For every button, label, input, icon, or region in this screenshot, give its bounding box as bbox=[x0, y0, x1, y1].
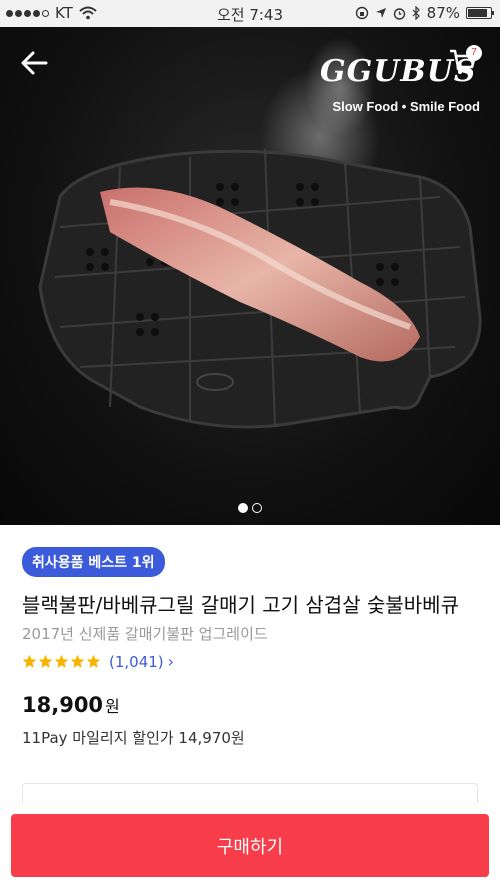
price-row: 18,900 원 bbox=[22, 693, 478, 717]
carousel-indicator bbox=[0, 503, 500, 513]
chevron-right-icon: › bbox=[167, 652, 175, 671]
carousel-dot-2[interactable] bbox=[252, 503, 262, 513]
location-icon bbox=[375, 8, 386, 18]
alarm-icon bbox=[393, 7, 405, 20]
star-icon bbox=[70, 654, 85, 668]
product-subtitle: 2017년 신제품 갈매기불판 업그레이드 bbox=[22, 625, 268, 643]
product-image-carousel[interactable]: GGUBUS Slow Food • Smile Food 7 bbox=[0, 27, 500, 525]
star-icon bbox=[22, 654, 37, 668]
carousel-dot-1[interactable] bbox=[238, 503, 248, 513]
mileage-discount: 11Pay 마일리지 할인가 14,970원 bbox=[22, 729, 245, 747]
product-title: 블랙불판/바베큐그릴 갈매기 고기 삼겹살 숯불바베큐 bbox=[22, 593, 459, 617]
price-value: 18,900 bbox=[22, 693, 104, 717]
star-icon bbox=[86, 654, 101, 668]
status-bar: KT 오전 7:43 87% bbox=[0, 0, 500, 27]
orientation-lock-icon bbox=[355, 6, 368, 20]
cart-count-badge: 7 bbox=[466, 45, 482, 61]
rating-row[interactable]: (1,041) › bbox=[22, 652, 478, 671]
brand-tagline: Slow Food • Smile Food bbox=[332, 99, 480, 114]
buy-button[interactable]: 구매하기 bbox=[11, 814, 489, 877]
rating-count[interactable]: (1,041) bbox=[109, 653, 164, 671]
status-right: 87% bbox=[355, 4, 494, 22]
battery-percent: 87% bbox=[426, 4, 460, 22]
bluetooth-icon bbox=[412, 6, 420, 20]
price-unit: 원 bbox=[105, 697, 120, 716]
rating-stars bbox=[22, 654, 101, 669]
star-icon bbox=[54, 654, 69, 668]
back-arrow-icon[interactable] bbox=[16, 45, 52, 81]
bottom-action-bar: 구매하기 bbox=[0, 803, 500, 889]
star-icon bbox=[38, 654, 53, 668]
product-info: 취사용품 베스트 1위 블랙불판/바베큐그릴 갈매기 고기 삼겹살 숯불바베큐 … bbox=[0, 525, 500, 823]
battery-icon bbox=[466, 7, 494, 19]
best-badge: 취사용품 베스트 1위 bbox=[22, 547, 165, 577]
